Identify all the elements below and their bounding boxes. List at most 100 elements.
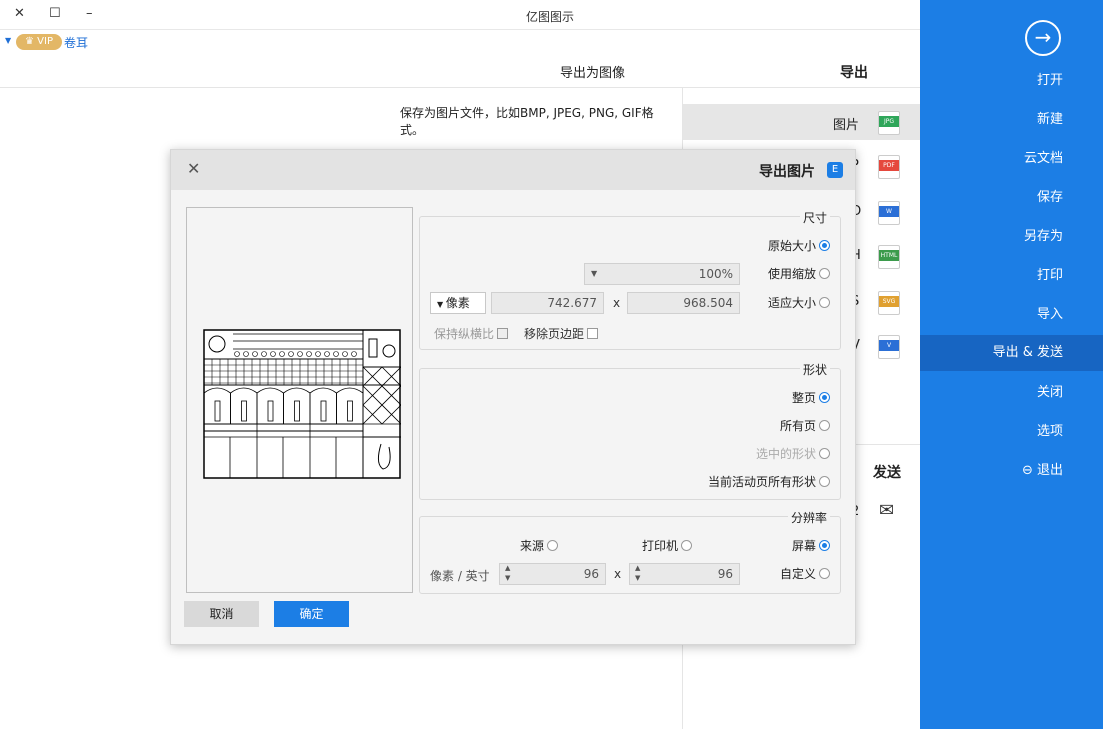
radio-label: 自定义 (779, 567, 816, 581)
user-bar: ▼ ♛ VIP 卷耳 (0, 30, 920, 54)
radio-dot (819, 297, 830, 308)
resolution-x-value: 96 (717, 567, 733, 581)
chevron-down-icon: ▼ (591, 269, 598, 278)
sidebar-item-label: 退出 (1036, 463, 1063, 478)
cancel-button[interactable]: 取消 (184, 601, 259, 627)
export-heading: 导出 (840, 65, 868, 81)
radio-current-page-shapes[interactable]: 当前活动页所有形状 (708, 473, 830, 490)
app-title: 亿图图示 (525, 10, 574, 24)
radio-screen[interactable]: 屏幕 (792, 537, 830, 554)
vip-crown-icon: ♛ (25, 36, 38, 47)
sidebar-item-close[interactable]: 关闭 (920, 375, 1103, 411)
spinner-icon[interactable]: ▲ ▼ (635, 563, 640, 583)
checkbox-remove-margin[interactable]: 移除页边距 (524, 325, 599, 342)
ok-button[interactable]: 确定 (274, 601, 349, 627)
format-tag: V (879, 340, 899, 351)
radio-dot (819, 476, 830, 487)
sidebar-item-options[interactable]: 选项 (920, 414, 1103, 450)
radio-label: 所有页 (779, 419, 816, 433)
send-heading: 发送 (873, 465, 901, 481)
diagram-preview (203, 329, 401, 479)
format-tag: PDF (879, 160, 899, 171)
size-group: 尺寸 原始大小 使用缩放 ▼ 100% 适应大小 968.504 x 742.6… (419, 209, 841, 350)
checkbox-box (587, 328, 599, 339)
radio-label: 屏幕 (791, 539, 816, 553)
exit-icon: ⊖ (1021, 463, 1037, 478)
format-tag: W (879, 206, 899, 217)
format-tag: HTML (879, 250, 899, 261)
app-logo-icon: E (827, 162, 843, 178)
radio-label: 使用缩放 (767, 267, 816, 281)
radio-dot (819, 448, 830, 459)
radio-label: 来源 (519, 539, 544, 553)
sidebar-item-print[interactable]: 打印 (920, 258, 1103, 294)
resolution-group: 分辨率 屏幕 打印机 来源 自定义 ▲ ▼ 96 x ▲ ▼ 96 像素 / 英寸 (419, 509, 841, 594)
checkbox-keep-ratio[interactable]: 保持纵横比 (434, 325, 509, 342)
format-tag: SVG (879, 296, 899, 307)
resolution-unit-label: 像素 / 英寸 (430, 569, 490, 583)
radio-dot (819, 420, 830, 431)
height-field[interactable]: 742.677 (491, 292, 604, 314)
radio-source[interactable]: 来源 (520, 537, 558, 554)
radio-printer[interactable]: 打印机 (642, 537, 692, 554)
radio-selected-shapes[interactable]: 选中的形状 (756, 445, 830, 462)
vip-badge[interactable]: ♛ VIP (16, 34, 62, 50)
user-menu-caret-icon[interactable]: ▼ (5, 36, 11, 45)
minimize-window-button[interactable]: – (86, 6, 93, 21)
sidebar-item-exit[interactable]: ⊖ 退出 (920, 453, 1103, 489)
preview-pane (186, 207, 413, 593)
dialog-header: ✕ 导出图片 E (171, 150, 855, 190)
export-description: 保存为图片文件，比如BMP, JPEG, PNG, GIF格式。 (400, 106, 654, 137)
zoom-select[interactable]: ▼ 100% (584, 263, 740, 285)
radio-label: 打印机 (641, 539, 678, 553)
resolution-y-field[interactable]: ▲ ▼ 96 (499, 563, 606, 585)
resolution-x-field[interactable]: ▲ ▼ 96 (629, 563, 740, 585)
sidebar-item-save-as[interactable]: 另存为 (920, 219, 1103, 255)
mail-icon: ✉ (879, 500, 895, 521)
sidebar-item-new[interactable]: 新建 (920, 102, 1103, 138)
export-header: 导出为图像 导出 (0, 54, 920, 88)
resolution-y-value: 96 (583, 567, 599, 581)
back-arrow-icon[interactable]: → (1025, 20, 1061, 56)
radio-dot (819, 240, 830, 251)
spinner-icon[interactable]: ▲ ▼ (505, 563, 510, 583)
app-window: ✕ ☐ – 亿图图示 ▼ ♛ VIP 卷耳 导出为图像 导出 保存为图片文件，比… (0, 0, 1103, 729)
radio-whole-page[interactable]: 整页 (792, 389, 830, 406)
zoom-value: 100% (698, 267, 733, 281)
radio-all-pages[interactable]: 所有页 (780, 417, 830, 434)
radio-dot (547, 540, 558, 551)
radio-dot (819, 392, 830, 403)
user-name[interactable]: 卷耳 (64, 34, 88, 51)
radio-use-zoom[interactable]: 使用缩放 (768, 265, 830, 282)
close-icon[interactable]: ✕ (187, 159, 200, 178)
radio-fit-size[interactable]: 适应大小 (768, 294, 830, 311)
unit-select[interactable]: ▼ 像素 (430, 292, 486, 314)
shape-group-title: 形状 (799, 361, 830, 378)
format-item-image[interactable]: JPG 图片 (683, 104, 921, 140)
sidebar-item-export-send[interactable]: 导出 & 发送 (920, 335, 1103, 371)
size-group-title: 尺寸 (799, 209, 830, 226)
sidebar-item-open[interactable]: 打开 (920, 63, 1103, 99)
maximize-window-button[interactable]: ☐ (49, 6, 61, 21)
sidebar-item-import[interactable]: 导入 (920, 297, 1103, 333)
unit-value: 像素 (445, 296, 470, 310)
radio-original-size[interactable]: 原始大小 (768, 237, 830, 254)
vip-label: VIP (37, 36, 53, 47)
radio-label: 当前活动页所有形状 (707, 475, 816, 489)
radio-dot (819, 268, 830, 279)
chevron-down-icon: ▼ (437, 300, 446, 309)
width-field[interactable]: 968.504 (627, 292, 740, 314)
radio-dot (819, 568, 830, 579)
times-sign: x (614, 567, 622, 581)
export-image-heading: 导出为图像 (560, 66, 626, 81)
close-window-button[interactable]: ✕ (14, 6, 25, 21)
shape-group: 形状 整页 所有页 选中的形状 当前活动页所有形状 (419, 361, 841, 500)
radio-custom[interactable]: 自定义 (780, 565, 830, 582)
title-bar: ✕ ☐ – 亿图图示 (0, 0, 920, 30)
radio-label: 适应大小 (767, 296, 816, 310)
radio-label: 原始大小 (767, 239, 816, 253)
resolution-group-title: 分辨率 (787, 509, 830, 526)
sidebar-item-save[interactable]: 保存 (920, 180, 1103, 216)
sidebar-item-cloud[interactable]: 云文档 (920, 141, 1103, 177)
format-label: 图片 (833, 118, 860, 133)
